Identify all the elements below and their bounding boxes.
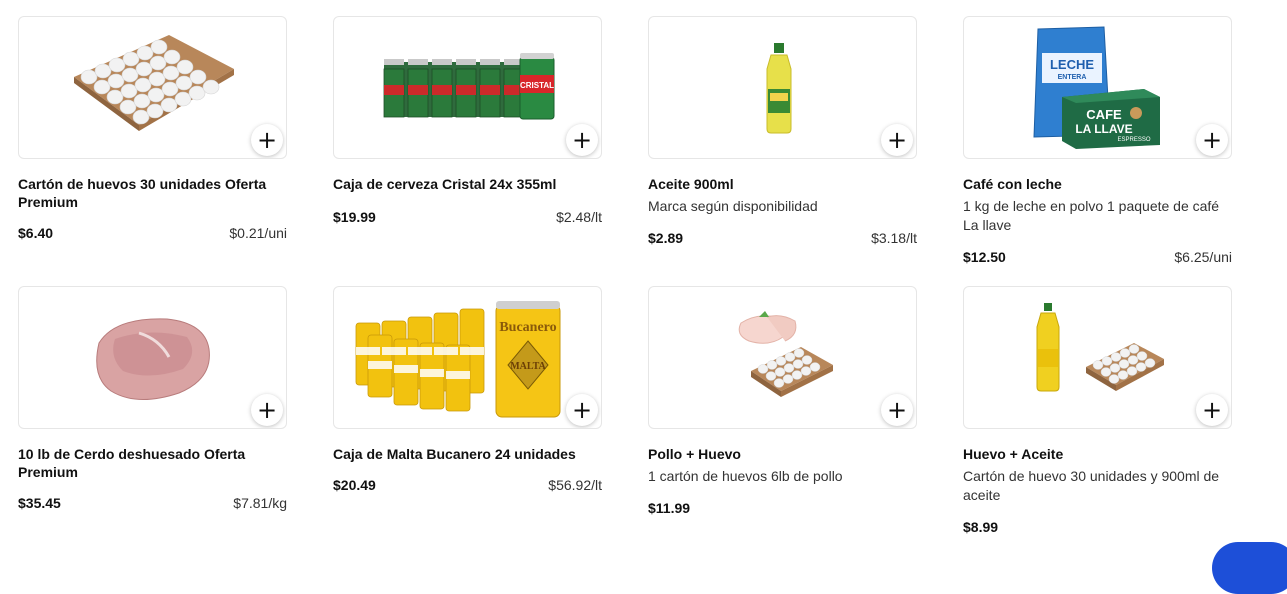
- product-price: $19.99: [333, 209, 376, 225]
- price-row: $12.50 $6.25/uni: [963, 249, 1232, 265]
- malta-brand-text: Bucanero: [499, 320, 556, 335]
- product-price: $12.50: [963, 249, 1006, 265]
- milk-label-text: LECHE: [1050, 57, 1094, 72]
- oil-bottle-image: [766, 43, 792, 134]
- product-title[interactable]: Café con leche: [963, 175, 1232, 193]
- add-to-cart-button[interactable]: +: [251, 394, 283, 426]
- product-description: 1 cartón de huevos 6lb de pollo: [648, 468, 843, 484]
- egg-carton-image: [74, 35, 234, 131]
- product-image-box[interactable]: Bucanero MALTA +: [333, 286, 602, 429]
- milk-sub-text: ENTERA: [1058, 74, 1087, 81]
- chicken-eggs-image: [738, 311, 833, 397]
- beer-cans-image: CRISTAL: [383, 53, 555, 120]
- product-card[interactable]: + 10 lb de Cerdo deshuesado Oferta Premi…: [18, 286, 287, 535]
- unit-price: $2.48/lt: [556, 209, 602, 225]
- product-image-box[interactable]: +: [648, 286, 917, 429]
- add-to-cart-button[interactable]: +: [881, 124, 913, 156]
- product-title[interactable]: Huevo + Aceite: [963, 445, 1232, 463]
- price-row: $19.99 $2.48/lt: [333, 209, 602, 225]
- product-card[interactable]: + Pollo + Huevo 1 cartón de huevos 6lb d…: [648, 286, 917, 535]
- product-title[interactable]: Cartón de huevos 30 unidades Oferta Prem…: [18, 175, 287, 211]
- coffee-label-text-2: LA LLAVE: [1075, 122, 1132, 136]
- product-image-box[interactable]: +: [963, 286, 1232, 429]
- pork-image: [96, 318, 210, 401]
- eggs-oil-image: [1036, 303, 1164, 392]
- product-price: $8.99: [963, 519, 999, 535]
- product-description: Cartón de huevo 30 unidades y 900ml de a…: [963, 468, 1220, 503]
- price-row: $35.45 $7.81/kg: [18, 495, 287, 511]
- price-row: $8.99: [963, 519, 1232, 535]
- add-to-cart-button[interactable]: +: [881, 394, 913, 426]
- product-image-box[interactable]: +: [18, 286, 287, 429]
- add-to-cart-button[interactable]: +: [1196, 124, 1228, 156]
- add-to-cart-button[interactable]: +: [251, 124, 283, 156]
- product-image-box[interactable]: +: [18, 16, 287, 159]
- product-card[interactable]: CRISTAL + Caja de cerveza Cristal 24x 35…: [333, 16, 602, 286]
- product-image-box[interactable]: CRISTAL +: [333, 16, 602, 159]
- product-grid: + Cartón de huevos 30 unidades Oferta Pr…: [18, 16, 1238, 535]
- price-row: $6.40 $0.21/uni: [18, 225, 287, 241]
- unit-price: $0.21/uni: [229, 225, 287, 241]
- product-row: + 10 lb de Cerdo deshuesado Oferta Premi…: [18, 286, 1238, 535]
- unit-price: $7.81/kg: [233, 495, 287, 511]
- malta-label-text: MALTA: [510, 361, 546, 372]
- product-card[interactable]: + Aceite 900ml Marca según disponibilida…: [648, 16, 917, 286]
- coffee-sub-text: ESPRESSO: [1117, 137, 1150, 143]
- add-to-cart-button[interactable]: +: [566, 124, 598, 156]
- product-title[interactable]: Aceite 900ml: [648, 175, 917, 193]
- product-title[interactable]: Caja de cerveza Cristal 24x 355ml: [333, 175, 602, 193]
- product-card[interactable]: + Cartón de huevos 30 unidades Oferta Pr…: [18, 16, 287, 286]
- product-title[interactable]: Caja de Malta Bucanero 24 unidades: [333, 445, 602, 463]
- product-card[interactable]: Bucanero MALTA + Caja de Malta Bucanero …: [333, 286, 602, 535]
- product-card[interactable]: + Huevo + Aceite Cartón de huevo 30 unid…: [963, 286, 1232, 535]
- product-price: $20.49: [333, 477, 376, 493]
- add-to-cart-button[interactable]: +: [566, 394, 598, 426]
- unit-price: $6.25/uni: [1174, 249, 1232, 265]
- product-description: 1 kg de leche en polvo 1 paquete de café…: [963, 198, 1220, 233]
- unit-price: $3.18/lt: [871, 230, 917, 246]
- chat-widget-button[interactable]: [1212, 542, 1287, 594]
- unit-price: $56.92/lt: [548, 477, 602, 493]
- product-price: $6.40: [18, 225, 54, 241]
- product-row: + Cartón de huevos 30 unidades Oferta Pr…: [18, 16, 1238, 286]
- price-row: $2.89 $3.18/lt: [648, 230, 917, 246]
- product-price: $35.45: [18, 495, 61, 511]
- product-image-box[interactable]: LECHE ENTERA CAFE LA LLAVE ESPRESSO +: [963, 16, 1232, 159]
- product-title[interactable]: 10 lb de Cerdo deshuesado Oferta Premium: [18, 445, 287, 481]
- beer-brand-text: CRISTAL: [520, 81, 554, 90]
- coffee-label-text: CAFE: [1086, 107, 1122, 122]
- milk-coffee-image: LECHE ENTERA CAFE LA LLAVE ESPRESSO: [1033, 26, 1160, 149]
- product-price: $11.99: [648, 500, 691, 516]
- product-image-box[interactable]: +: [648, 16, 917, 159]
- price-row: $11.99: [648, 500, 917, 516]
- price-row: $20.49 $56.92/lt: [333, 477, 602, 493]
- malta-cans-image: Bucanero MALTA: [355, 301, 561, 418]
- add-to-cart-button[interactable]: +: [1196, 394, 1228, 426]
- product-description: Marca según disponibilidad: [648, 198, 818, 214]
- product-card[interactable]: LECHE ENTERA CAFE LA LLAVE ESPRESSO + Ca…: [963, 16, 1232, 286]
- product-title[interactable]: Pollo + Huevo: [648, 445, 917, 463]
- product-price: $2.89: [648, 230, 684, 246]
